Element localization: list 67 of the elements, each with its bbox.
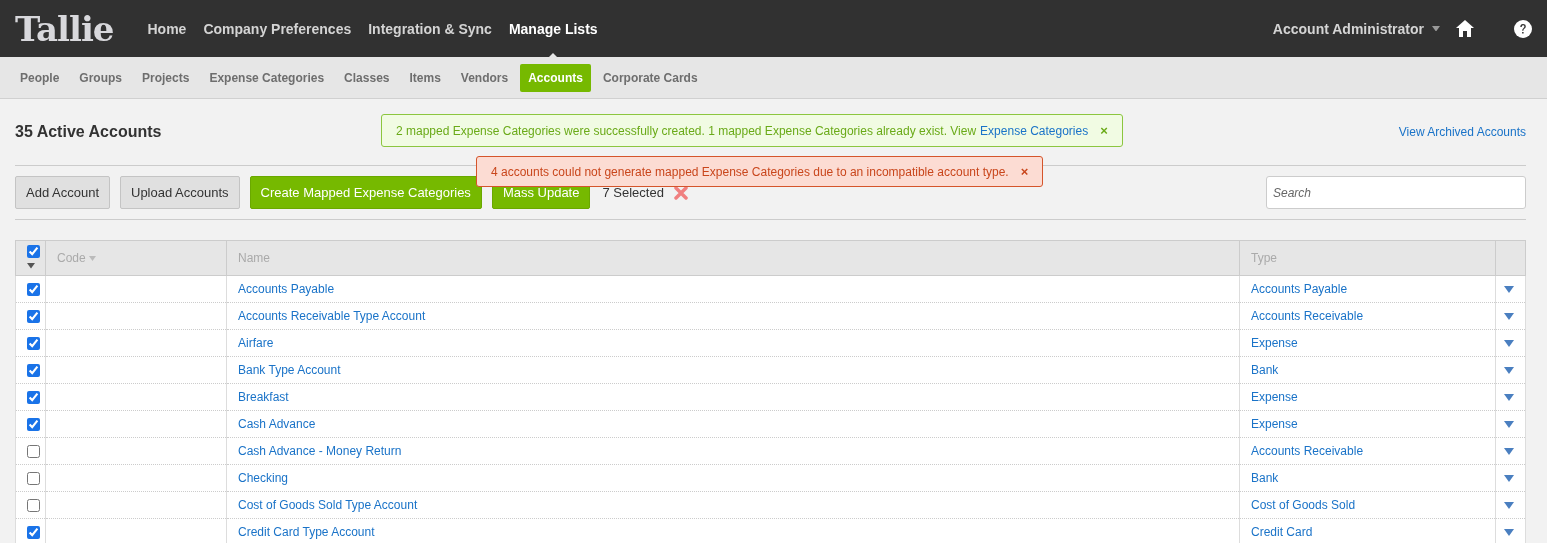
row-checkbox[interactable] [27,526,40,540]
row-menu-icon[interactable] [1504,475,1514,483]
page-title: 35 Active Accounts [15,123,162,141]
row-menu-icon[interactable] [1504,448,1514,456]
alert-text: 2 mapped Expense Categories were successfully created. 1 mapped Expense Categories already exist. View [396,123,977,138]
selected-count: 7 Selected [602,185,664,200]
archived-link[interactable]: View Archived Accounts [1398,125,1526,139]
alert-text: 4 accounts could not generate mapped Expense Categories due to an incompatible account type. [491,164,1009,179]
select-all-checkbox[interactable] [27,245,40,259]
account-type-link[interactable]: Bank [1251,363,1279,377]
row-menu-icon[interactable] [1504,421,1514,429]
caret-icon[interactable] [1432,25,1440,32]
toolbar-button[interactable]: Add Account [15,176,110,209]
row-menu-icon[interactable] [1504,286,1514,294]
row-checkbox[interactable] [27,499,40,513]
subnav-tab[interactable]: Projects [134,63,198,92]
row-checkbox[interactable] [27,472,40,486]
account-type-link[interactable]: Expense [1251,336,1298,350]
row-menu-icon[interactable] [1504,502,1514,510]
home-icon[interactable] [1456,20,1474,37]
logo[interactable]: Tallie [15,8,114,49]
account-type-link[interactable]: Credit Card [1251,525,1313,539]
account-name-link[interactable]: Accounts Payable [238,282,335,296]
row-checkbox[interactable] [27,391,40,405]
row-checkbox[interactable] [27,310,40,324]
alert-link[interactable]: Expense Categories [980,123,1089,138]
close-button[interactable]: × [1100,123,1108,138]
account-name-link[interactable]: Cash Advance [238,417,316,431]
account-name-link[interactable]: Airfare [238,336,274,350]
close-button[interactable]: × [1020,164,1029,179]
row-checkbox[interactable] [27,418,40,432]
subnav-tab[interactable]: Classes [336,63,398,92]
account-type-link[interactable]: Expense [1251,417,1298,431]
account-name-link[interactable]: Cost of Goods Sold Type Account [238,498,418,512]
toolbar-button[interactable]: Upload Accounts [120,176,240,209]
account-name-link[interactable]: Breakfast [238,390,289,404]
subnav-tab[interactable]: Items [401,63,449,92]
row-checkbox[interactable] [27,283,40,297]
subnav-tab[interactable]: People [12,63,68,92]
account-name-link[interactable]: Checking [238,471,289,485]
account-name-link[interactable]: Bank Type Account [238,363,341,377]
account-name-link[interactable]: Cash Advance - Money Return [238,444,402,458]
help-icon[interactable] [1514,19,1532,38]
caret-icon[interactable] [27,263,35,269]
clear-icon[interactable] [673,185,688,200]
subnav-tab[interactable]: Vendors [452,63,517,92]
account-type-link[interactable]: Expense [1251,390,1298,404]
row-checkbox[interactable] [27,364,40,378]
account-name-link[interactable]: Accounts Receivable Type Account [238,309,426,323]
row-menu-icon[interactable] [1504,313,1514,321]
account-type-link[interactable]: Bank [1251,471,1279,485]
row-menu-icon[interactable] [1504,367,1514,375]
row-menu-icon[interactable] [1504,394,1514,402]
nav-link[interactable]: Integration & Sync [368,20,492,37]
account-name-link[interactable]: Credit Card Type Account [238,525,375,539]
nav-link[interactable]: Company Preferences [203,20,352,37]
search-field[interactable]: Search [1266,176,1526,209]
subnav-tab[interactable]: Expense Categories [201,63,333,92]
nav-link[interactable]: Home [147,20,187,37]
subnav-tab[interactable]: Groups [71,63,131,92]
row-checkbox[interactable] [27,445,40,459]
row-menu-icon[interactable] [1504,340,1514,348]
subnav-tab[interactable]: Corporate Cards [594,63,706,92]
account-type-link[interactable]: Accounts Payable [1251,282,1348,296]
user-menu[interactable]: Account Administrator [1272,20,1440,37]
row-checkbox[interactable] [27,337,40,351]
row-menu-icon[interactable] [1504,529,1514,537]
